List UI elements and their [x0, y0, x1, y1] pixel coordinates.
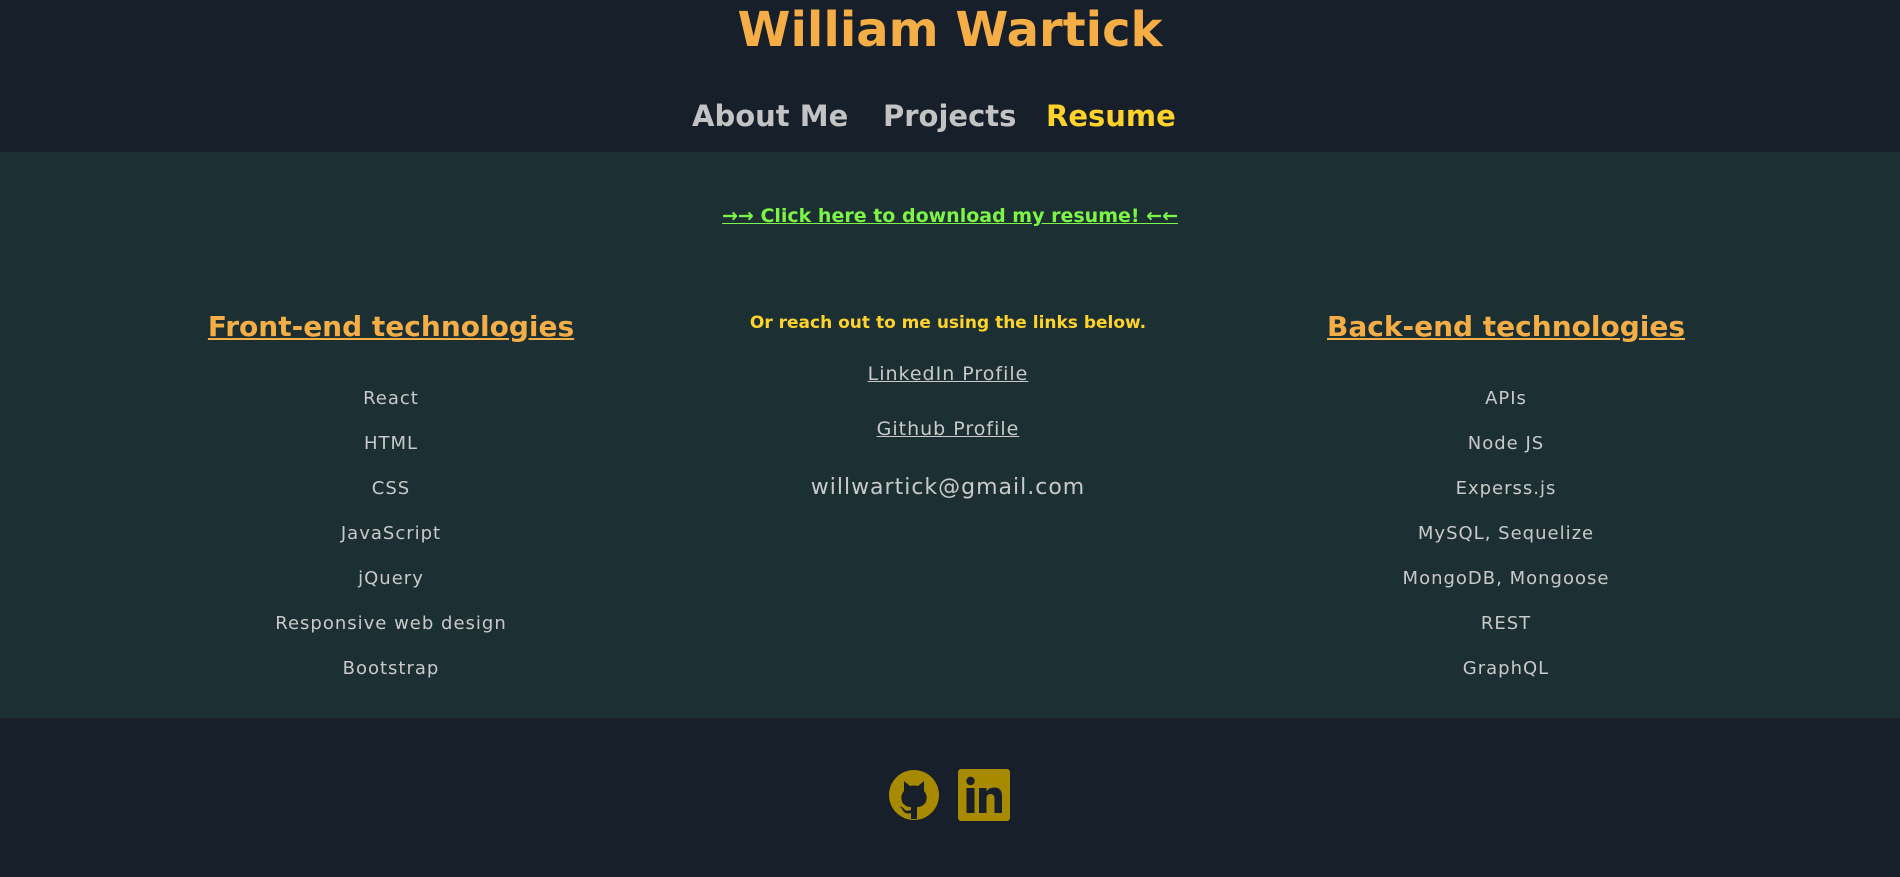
backend-list: APIs Node JS Experss.js MySQL, Sequelize… [1306, 383, 1706, 698]
nav-projects[interactable]: Projects [883, 96, 1016, 136]
github-icon[interactable] [888, 769, 940, 821]
linkedin-icon[interactable] [958, 769, 1010, 821]
list-item: Node JS [1467, 433, 1545, 454]
site-header: William Wartick About Me Projects Resume [0, 0, 1900, 152]
list-item: MySQL, Sequelize [1417, 523, 1595, 544]
nav-resume[interactable]: Resume [1046, 96, 1176, 136]
list-item: MongoDB, Mongoose [1402, 568, 1610, 589]
list-item: APIs [1485, 388, 1527, 409]
frontend-list: React HTML CSS JavaScript jQuery Respons… [191, 383, 591, 698]
site-title: William Wartick [737, 2, 1163, 58]
contact-intro: Or reach out to me using the links below… [749, 313, 1147, 333]
site-footer [0, 718, 1900, 877]
linkedin-profile-link[interactable]: LinkedIn Profile [748, 358, 1148, 390]
list-item: REST [1480, 613, 1532, 634]
nav-about-me[interactable]: About Me [692, 96, 848, 136]
frontend-heading: Front-end technologies [207, 310, 575, 343]
list-item: Experss.js [1455, 478, 1557, 499]
list-item: JavaScript [340, 523, 442, 544]
email-address: willwartick@gmail.com [810, 475, 1086, 500]
list-item: React [363, 388, 419, 409]
list-item: jQuery [358, 568, 424, 589]
list-item: HTML [363, 433, 419, 454]
list-item: CSS [371, 478, 411, 499]
list-item: GraphQL [1462, 658, 1550, 679]
list-item: Bootstrap [342, 658, 440, 679]
github-profile-link[interactable]: Github Profile [748, 413, 1148, 445]
main-nav: About Me Projects Resume [0, 96, 1900, 136]
list-item: Responsive web design [275, 613, 507, 634]
download-resume-link[interactable]: →→ Click here to download my resume! ←← [0, 202, 1900, 230]
backend-heading: Back-end technologies [1327, 310, 1685, 343]
resume-section: →→ Click here to download my resume! ←← … [0, 152, 1900, 718]
